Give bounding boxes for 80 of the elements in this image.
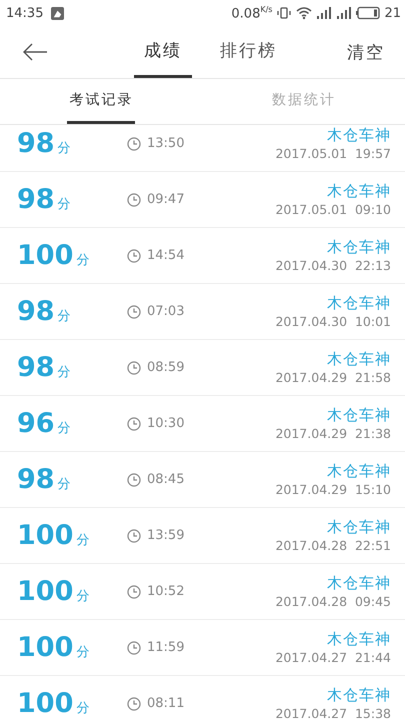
score: 100: [17, 240, 74, 271]
user-name: 木仓车神: [327, 182, 391, 201]
clock-icon: [127, 192, 141, 206]
clock-icon: [127, 528, 141, 542]
record-datetime: 2017.04.30 22:13: [275, 258, 391, 273]
score-unit: 分: [58, 364, 71, 381]
record-datetime: 2017.04.28 09:45: [275, 594, 391, 609]
record-datetime: 2017.04.29 15:10: [275, 482, 391, 497]
record-datetime: 2017.04.27 21:44: [275, 650, 391, 665]
score: 100: [17, 688, 74, 719]
record-datetime: 2017.04.28 22:51: [275, 538, 391, 553]
sub-tab[interactable]: 考试记录: [0, 79, 202, 124]
app-notification-icon: [51, 6, 64, 20]
duration: 09:47: [147, 192, 184, 207]
header-tab[interactable]: 成绩: [134, 26, 192, 78]
score: 98: [17, 296, 55, 327]
status-time: 14:35: [6, 6, 44, 20]
user-name: 木仓车神: [327, 238, 391, 257]
record-datetime: 2017.04.29 21:38: [275, 426, 391, 441]
user-name: 木仓车神: [327, 350, 391, 369]
score: 100: [17, 632, 74, 663]
record-datetime: 2017.04.30 10:01: [275, 314, 391, 329]
network-speed: 0.08$^{K/s}$: [231, 4, 272, 22]
clock-icon: [127, 136, 141, 150]
clock-icon: [127, 304, 141, 318]
score: 100: [17, 520, 74, 551]
duration: 08:11: [147, 696, 184, 711]
clock-icon: [127, 584, 141, 598]
user-name: 木仓车神: [327, 630, 391, 649]
score: 96: [17, 408, 55, 439]
score-unit: 分: [58, 420, 71, 437]
duration: 10:30: [147, 416, 184, 431]
user-name: 木仓车神: [327, 126, 391, 145]
record-datetime: 2017.04.29 21:58: [275, 370, 391, 385]
duration: 14:54: [147, 248, 184, 263]
wifi-icon: [296, 6, 312, 20]
score-unit: 分: [76, 644, 90, 661]
user-name: 木仓车神: [327, 294, 391, 313]
record-datetime: 2017.05.01 09:10: [275, 202, 391, 217]
clock-icon: [127, 416, 141, 430]
score: 98: [17, 128, 55, 159]
clock-icon: [127, 472, 141, 486]
record-datetime: 2017.05.01 19:57: [275, 146, 391, 161]
score: 100: [17, 576, 74, 607]
signal-icon: [316, 6, 332, 20]
record-datetime: 2017.04.27 15:38: [275, 706, 391, 720]
duration: 13:59: [147, 528, 184, 543]
user-name: 木仓车神: [327, 406, 391, 425]
score-unit: 分: [76, 252, 90, 269]
duration: 13:50: [147, 136, 184, 151]
battery-percent: 21: [384, 6, 401, 20]
vibrate-icon: [276, 6, 292, 20]
battery-icon: [356, 6, 380, 20]
score: 98: [17, 352, 55, 383]
signal-icon: [336, 6, 352, 20]
score-unit: 分: [58, 476, 71, 493]
clock-icon: [127, 248, 141, 262]
back-arrow-icon[interactable]: [22, 43, 48, 61]
score-unit: 分: [58, 140, 71, 157]
header-tab[interactable]: 排行榜: [210, 26, 287, 78]
score-unit: 分: [76, 532, 90, 549]
score-unit: 分: [76, 588, 90, 605]
score: 98: [17, 184, 55, 215]
duration: 10:52: [147, 584, 184, 599]
clock-icon: [127, 696, 141, 710]
user-name: 木仓车神: [327, 686, 391, 705]
score-unit: 分: [76, 700, 90, 717]
duration: 11:59: [147, 640, 184, 655]
clock-icon: [127, 640, 141, 654]
clear-button[interactable]: 清空: [327, 26, 405, 78]
score: 98: [17, 464, 55, 495]
score-unit: 分: [58, 308, 71, 325]
user-name: 木仓车神: [327, 518, 391, 537]
duration: 08:59: [147, 360, 184, 375]
duration: 07:03: [147, 304, 184, 319]
clock-icon: [127, 360, 141, 374]
duration: 08:45: [147, 472, 184, 487]
score-unit: 分: [58, 196, 71, 213]
user-name: 木仓车神: [327, 462, 391, 481]
user-name: 木仓车神: [327, 574, 391, 593]
